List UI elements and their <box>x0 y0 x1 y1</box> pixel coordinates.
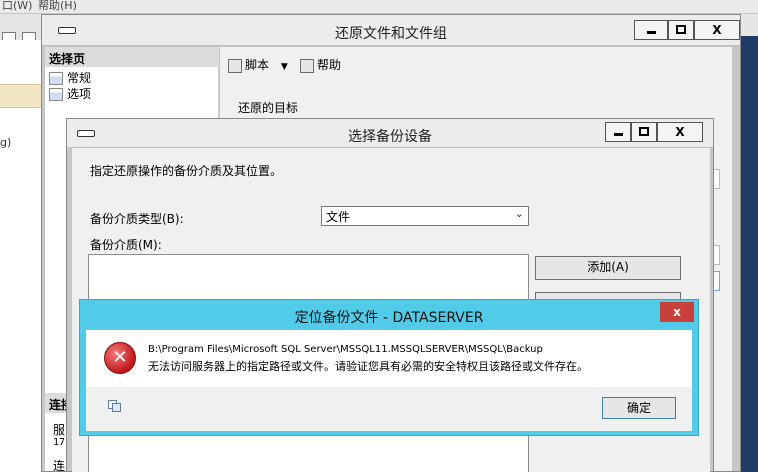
maximize-icon <box>639 127 649 136</box>
help-button[interactable]: 帮助 <box>300 56 341 73</box>
minimize-button[interactable] <box>605 122 631 142</box>
script-button[interactable]: 脚本 ▼ <box>228 56 288 73</box>
copy-icon[interactable] <box>108 400 122 412</box>
ok-button[interactable]: 确定 <box>602 397 676 419</box>
error-message-area: ✕ B:\Program Files\Microsoft SQL Server\… <box>86 330 692 387</box>
locate-backup-file-dialog: 定位备份文件 - DATASERVER x ✕ B:\Program Files… <box>79 299 699 436</box>
menu-window[interactable]: 口(W) <box>2 0 32 13</box>
restore-titlebar: 还原文件和文件组 X <box>42 15 740 46</box>
help-label: 帮助 <box>317 58 342 72</box>
page-item-general[interactable]: 常规 <box>49 69 91 85</box>
restore-target-label: 还原的目标 <box>238 101 299 115</box>
error-dialog-body: ✕ B:\Program Files\Microsoft SQL Server\… <box>86 330 692 431</box>
error-message-text: 无法访问服务器上的指定路径或文件。请验证您具有必需的安全特权且该路径或文件存在。 <box>148 360 588 373</box>
media-list-label: 备份介质(M): <box>90 238 162 252</box>
page-item-label: 选项 <box>67 87 92 101</box>
background-toolbar <box>0 14 42 46</box>
object-explorer-fragment: g) <box>0 136 12 149</box>
chevron-down-icon[interactable]: ⌄ <box>515 207 524 220</box>
page-item-options[interactable]: 选项 <box>49 85 91 101</box>
page-icon <box>49 72 63 85</box>
object-explorer-pane: g) <box>0 40 42 472</box>
connection-server-value: 17 <box>53 437 66 448</box>
select-device-description: 指定还原操作的备份介质及其位置。 <box>90 164 283 178</box>
menu-help[interactable]: 帮助(H) <box>38 0 77 13</box>
minimize-button[interactable] <box>634 20 668 40</box>
close-button[interactable]: X <box>657 122 703 142</box>
error-icon: ✕ <box>104 342 136 374</box>
chevron-down-icon[interactable]: ▼ <box>281 62 288 72</box>
maximize-icon <box>676 25 686 34</box>
script-icon <box>228 58 242 73</box>
object-explorer-header <box>0 84 42 108</box>
select-page-header: 选择页 <box>45 47 219 67</box>
error-path-text: B:\Program Files\Microsoft SQL Server\MS… <box>148 344 543 355</box>
connection-server-label: 服 <box>53 423 66 437</box>
help-icon <box>300 58 314 73</box>
add-button[interactable]: 添加(A) <box>535 256 681 280</box>
maximize-button[interactable] <box>631 122 657 142</box>
background-right-strip-top <box>740 14 758 36</box>
page-item-label: 常规 <box>67 71 92 85</box>
media-type-select[interactable]: 文件 ⌄ <box>321 206 529 226</box>
minimize-icon <box>646 31 656 34</box>
select-device-titlebar: 选择备份设备 X <box>67 119 713 148</box>
maximize-button[interactable] <box>668 20 694 40</box>
background-right-strip <box>740 14 758 472</box>
media-type-label: 备份介质类型(B): <box>90 212 184 226</box>
error-dialog-title: 定位备份文件 - DATASERVER <box>294 310 484 326</box>
restore-toolbar: 脚本 ▼ 帮助 <box>220 47 732 79</box>
media-type-value: 文件 <box>326 210 351 224</box>
close-button[interactable]: X <box>694 20 740 40</box>
error-close-button[interactable]: x <box>660 302 694 322</box>
page-icon <box>49 88 63 101</box>
connection-label: 连 <box>53 459 66 472</box>
background-menubar: 口(W) 帮助(H) <box>0 0 758 14</box>
minimize-icon <box>613 133 623 136</box>
script-label: 脚本 <box>245 58 270 72</box>
